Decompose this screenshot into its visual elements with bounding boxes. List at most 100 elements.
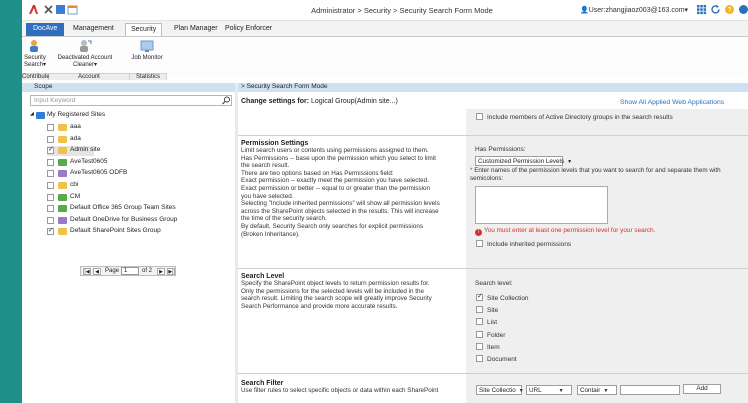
docave-logo-icon[interactable] bbox=[28, 4, 39, 15]
security-search-icon bbox=[30, 40, 38, 52]
site-checkbox[interactable] bbox=[47, 124, 54, 131]
user-menu[interactable]: 👤User:zhangjiaoz003@163.com▾ bbox=[580, 6, 688, 14]
search-level-checkbox[interactable] bbox=[476, 342, 483, 350]
last-page-button[interactable]: ▶| bbox=[167, 268, 175, 275]
help-icon[interactable]: ? bbox=[724, 4, 735, 15]
site-checkbox[interactable] bbox=[47, 226, 54, 236]
security-search-button[interactable]: Security Search▾ bbox=[23, 39, 47, 68]
site-checkbox[interactable] bbox=[47, 216, 54, 224]
site-checkbox[interactable] bbox=[47, 135, 54, 143]
refresh-icon[interactable] bbox=[710, 4, 721, 15]
tab-plan-manager[interactable]: Plan Manager bbox=[169, 23, 223, 36]
search-level-option-label: Site Collection bbox=[487, 295, 529, 302]
search-level-desc: Specify the SharePoint object levels to … bbox=[241, 280, 463, 310]
search-level-section: Search Level Specify the SharePoint obje… bbox=[241, 273, 463, 310]
ad-groups-label: Include members of Active Directory grou… bbox=[487, 114, 673, 121]
show-all-web-apps-link[interactable]: Show All Applied Web Applications bbox=[620, 99, 724, 106]
required-star: * bbox=[470, 167, 473, 174]
desc-line: Exact permission -- exactly meet the per… bbox=[241, 177, 429, 185]
page-label: Page bbox=[105, 268, 120, 274]
calendar-icon[interactable] bbox=[67, 4, 78, 15]
search-level-option[interactable]: List bbox=[476, 318, 497, 326]
desc-line: There are two options based on Has Permi… bbox=[241, 169, 394, 177]
site-checkbox[interactable] bbox=[47, 158, 54, 166]
site-checkbox[interactable] bbox=[47, 145, 54, 155]
ad-groups-checkbox[interactable] bbox=[476, 113, 483, 120]
filter-condition-select[interactable]: Contair ▼ bbox=[577, 385, 617, 395]
site-tree-item[interactable]: Admin site bbox=[47, 145, 100, 157]
site-group-icon bbox=[58, 205, 67, 213]
deactivated-account-cleaner-button[interactable]: Deactivated Account Cleaner▾ bbox=[50, 39, 120, 68]
main-header-label: Security Search Form Mode bbox=[246, 83, 328, 90]
prev-page-button[interactable]: ◀ bbox=[93, 268, 101, 275]
desc-line: Only the permissions for the selected le… bbox=[241, 287, 425, 295]
page-count: of 2 bbox=[142, 268, 153, 274]
permission-levels-textarea[interactable] bbox=[475, 186, 608, 224]
first-page-button[interactable]: |◀ bbox=[83, 268, 91, 275]
close-all-icon[interactable] bbox=[43, 4, 54, 15]
inherited-checkbox[interactable] bbox=[476, 240, 483, 247]
filter-level-select[interactable]: Site Collectio ▼ bbox=[476, 385, 524, 395]
page-input[interactable]: 1 bbox=[121, 267, 139, 275]
desc-line: By default, Security Search only searche… bbox=[241, 222, 423, 230]
site-checkbox[interactable] bbox=[47, 205, 54, 213]
expand-arrow-icon[interactable]: ◢ bbox=[30, 111, 34, 117]
search-level-checkbox[interactable] bbox=[476, 355, 483, 362]
section-divider bbox=[238, 268, 748, 269]
permission-settings-section: Permission Settings Limit search users o… bbox=[241, 140, 463, 238]
search-level-option[interactable]: Site bbox=[476, 306, 498, 314]
site-label: CM bbox=[70, 192, 81, 200]
sites-root-icon bbox=[36, 112, 45, 119]
site-group-icon bbox=[58, 216, 67, 224]
permission-type-select[interactable]: Customized Permission Levels ▼ bbox=[475, 156, 572, 166]
desc-line: (Broken Inheritance). bbox=[241, 230, 300, 238]
chevron-down-icon: ▼ bbox=[567, 159, 573, 165]
tab-management[interactable]: Management bbox=[68, 23, 119, 36]
desc-line: Exact permission or better -- equal to o… bbox=[241, 184, 430, 192]
site-checkbox[interactable] bbox=[47, 170, 54, 178]
left-accent-bar bbox=[0, 0, 22, 403]
search-level-option[interactable]: Site Collection bbox=[476, 292, 529, 302]
notification-icon[interactable] bbox=[738, 4, 748, 15]
search-level-checkbox[interactable] bbox=[476, 292, 483, 301]
search-level-option[interactable]: Item bbox=[476, 342, 500, 351]
job-monitor-button[interactable]: Job Monitor bbox=[130, 39, 164, 62]
has-permissions-label: Has Permissions: bbox=[475, 146, 526, 153]
top-bar: Administrator > Security > Security Sear… bbox=[22, 0, 748, 21]
search-level-label: Search level: bbox=[475, 280, 513, 287]
site-checkbox[interactable] bbox=[47, 193, 54, 201]
desc-line: the time of the security search. bbox=[241, 215, 327, 223]
inherited-option[interactable]: Include inherited permissions bbox=[476, 240, 571, 248]
site-group-icon bbox=[58, 158, 67, 166]
section-divider bbox=[238, 135, 748, 136]
site-label: AveTest0605 ODFB bbox=[70, 169, 128, 177]
search-level-checkbox[interactable] bbox=[476, 318, 483, 326]
site-group-icon bbox=[58, 135, 67, 143]
search-icon[interactable] bbox=[221, 96, 231, 105]
search-level-checkbox[interactable] bbox=[476, 306, 483, 314]
tab-policy-enforcer[interactable]: Policy Enforcer bbox=[220, 23, 277, 36]
apps-grid-icon[interactable] bbox=[696, 4, 707, 15]
search-level-option[interactable]: Document bbox=[476, 355, 517, 363]
search-level-checkbox[interactable] bbox=[476, 330, 483, 338]
error-icon: ! bbox=[475, 229, 482, 236]
filter-level-value: Site Collectio bbox=[479, 387, 516, 394]
pane-splitter[interactable] bbox=[235, 83, 238, 403]
filter-value-input[interactable] bbox=[620, 385, 680, 395]
tab-security[interactable]: Security bbox=[125, 23, 163, 36]
ad-groups-option[interactable]: Include members of Active Directory grou… bbox=[476, 113, 673, 121]
app-window: Administrator > Security > Security Sear… bbox=[22, 0, 748, 403]
site-group-icon bbox=[58, 170, 67, 178]
filter-field-select[interactable]: URL ▼ bbox=[526, 385, 572, 395]
inherited-label: Include inherited permissions bbox=[487, 241, 572, 248]
pager: |◀ ◀ Page 1 of 2 ▶ ▶| bbox=[80, 266, 176, 276]
scope-header: Scope bbox=[22, 83, 235, 92]
next-page-button[interactable]: ▶ bbox=[157, 268, 165, 275]
add-filter-button[interactable]: Add bbox=[683, 384, 721, 394]
site-checkbox[interactable] bbox=[47, 182, 54, 189]
tab-docave[interactable]: DocAve bbox=[26, 23, 65, 36]
grid-view-icon[interactable] bbox=[55, 4, 66, 15]
account-cleaner-label: Deactivated Account Cleaner▾ bbox=[57, 55, 113, 68]
scope-search-input[interactable]: Input Keyword bbox=[30, 95, 232, 106]
search-level-option[interactable]: Folder bbox=[476, 330, 505, 339]
